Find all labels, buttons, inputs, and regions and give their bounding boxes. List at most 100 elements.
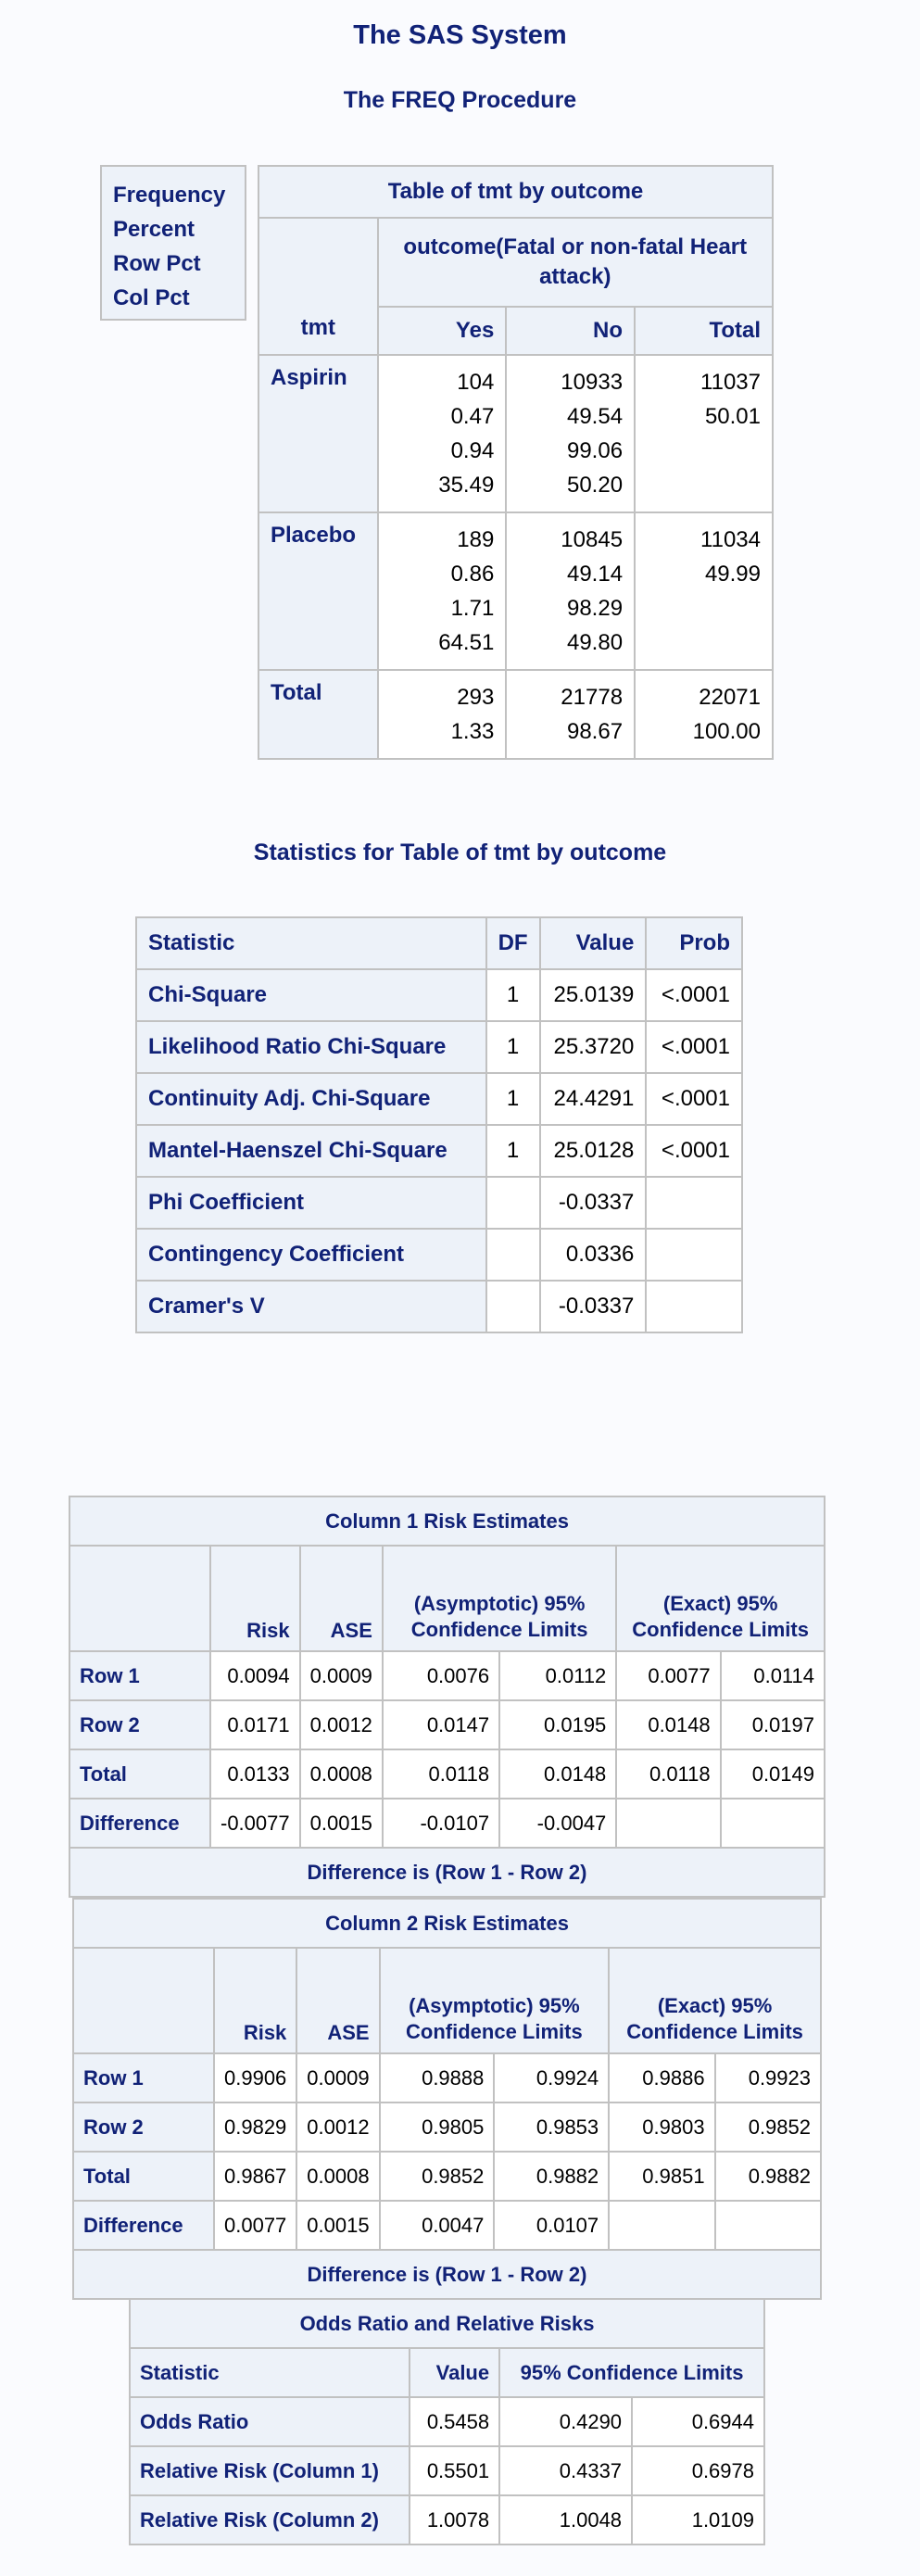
ase-value: 0.0015 bbox=[296, 2200, 381, 2251]
stat-value: -0.0337 bbox=[538, 1176, 648, 1230]
risk-row-label: Total bbox=[72, 2151, 215, 2202]
risk2-header-exact: (Exact) 95% Confidence Limits bbox=[608, 1947, 822, 2054]
asym-upper: 0.9882 bbox=[493, 2151, 611, 2202]
cell-aspirin-no: 10933 49.54 99.06 50.20 bbox=[505, 354, 636, 513]
risk-value: -0.0077 bbox=[209, 1798, 301, 1849]
odds-row-label: Relative Risk (Column 1) bbox=[129, 2445, 410, 2496]
exact-lower: 0.0118 bbox=[615, 1749, 722, 1799]
exact-upper: 0.0114 bbox=[719, 1650, 826, 1701]
stat-prob: <.0001 bbox=[645, 1020, 743, 1074]
risk2-header-blank bbox=[72, 1947, 215, 2054]
cell-placebo-no: 10845 49.14 98.29 49.80 bbox=[505, 511, 636, 671]
cell-placebo-yes: 189 0.86 1.71 64.51 bbox=[376, 511, 508, 671]
table-row: Row 1 0.0094 0.0009 0.0076 0.0112 0.0077… bbox=[69, 1650, 826, 1701]
exact-lower: 0.9886 bbox=[608, 2052, 716, 2103]
stat-value: -0.0337 bbox=[538, 1280, 648, 1333]
stat-prob bbox=[645, 1176, 743, 1230]
table-row: Row 1 0.9906 0.0009 0.9888 0.9924 0.9886… bbox=[72, 2052, 823, 2103]
cell-total-no: 21778 98.67 bbox=[505, 669, 636, 760]
stats-header-value: Value bbox=[538, 916, 648, 970]
odds-header-limits: 95% Confidence Limits bbox=[498, 2347, 765, 2398]
asym-lower: 0.0147 bbox=[381, 1699, 501, 1750]
risk2-header-asymptotic: (Asymptotic) 95% Confidence Limits bbox=[378, 1947, 611, 2054]
stat-value: 25.0139 bbox=[538, 968, 648, 1022]
statistics-table: Statistic DF Value Prob Chi-Square 1 25.… bbox=[135, 916, 743, 1333]
exact-lower: 0.0148 bbox=[615, 1699, 722, 1750]
stat-df: 1 bbox=[485, 1124, 541, 1178]
asym-upper: 0.9924 bbox=[493, 2052, 611, 2103]
risk1-header-asymptotic: (Asymptotic) 95% Confidence Limits bbox=[381, 1545, 618, 1652]
risk-value: 0.9829 bbox=[212, 2102, 298, 2153]
stat-label: Continuity Adj. Chi-Square bbox=[135, 1072, 487, 1126]
exact-lower bbox=[608, 2200, 716, 2251]
odds-value: 0.5501 bbox=[408, 2445, 501, 2496]
odds-header-value: Value bbox=[408, 2347, 501, 2398]
table-row: Chi-Square 1 25.0139 <.0001 bbox=[135, 968, 743, 1022]
stat-label: Likelihood Ratio Chi-Square bbox=[135, 1020, 487, 1074]
stat-label: Chi-Square bbox=[135, 968, 487, 1022]
legend-row-pct: Row Pct bbox=[113, 251, 201, 276]
table-row: Continuity Adj. Chi-Square 1 24.4291 <.0… bbox=[135, 1072, 743, 1126]
cell-total-total: 22071 100.00 bbox=[634, 669, 774, 760]
exact-upper: 0.9852 bbox=[713, 2102, 823, 2153]
exact-lower bbox=[615, 1798, 722, 1849]
stat-value: 25.0128 bbox=[538, 1124, 648, 1178]
stat-value: 24.4291 bbox=[538, 1072, 648, 1126]
risk-value: 0.9867 bbox=[212, 2151, 298, 2202]
stat-prob: <.0001 bbox=[645, 1124, 743, 1178]
asym-lower: 0.0047 bbox=[378, 2200, 496, 2251]
risk1-header-exact: (Exact) 95% Confidence Limits bbox=[615, 1545, 825, 1652]
ase-value: 0.0009 bbox=[298, 1650, 384, 1701]
exact-upper: 0.9923 bbox=[713, 2052, 823, 2103]
risk2-footer: Difference is (Row 1 - Row 2) bbox=[72, 2249, 822, 2300]
ase-value: 0.0008 bbox=[296, 2151, 381, 2202]
risk1-title: Column 1 Risk Estimates bbox=[69, 1496, 825, 1547]
stat-df bbox=[485, 1280, 541, 1333]
statistics-title: Statistics for Table of tmt by outcome bbox=[253, 840, 667, 865]
row-header-aspirin: Aspirin bbox=[258, 354, 379, 513]
exact-upper bbox=[713, 2200, 823, 2251]
table-row: Row 2 0.0171 0.0012 0.0147 0.0195 0.0148… bbox=[69, 1699, 826, 1750]
risk-value: 0.0171 bbox=[209, 1699, 301, 1750]
table-row: Row 2 0.9829 0.0012 0.9805 0.9853 0.9803… bbox=[72, 2102, 823, 2153]
stat-label: Contingency Coefficient bbox=[135, 1228, 487, 1282]
row-header-total: Total bbox=[258, 669, 379, 760]
asym-upper: -0.0047 bbox=[498, 1798, 618, 1849]
asym-lower: 0.0076 bbox=[381, 1650, 501, 1701]
row-var-header: tmt bbox=[258, 217, 379, 356]
risk-value: 0.0133 bbox=[209, 1749, 301, 1799]
legend-frequency: Frequency bbox=[113, 183, 226, 208]
stat-value: 25.3720 bbox=[538, 1020, 648, 1074]
odds-title: Odds Ratio and Relative Risks bbox=[129, 2298, 765, 2349]
risk1-header-risk: Risk bbox=[209, 1545, 301, 1652]
risk1-footer: Difference is (Row 1 - Row 2) bbox=[69, 1847, 825, 1898]
exact-upper: 0.0149 bbox=[719, 1749, 826, 1799]
risk2-title: Column 2 Risk Estimates bbox=[72, 1898, 822, 1949]
exact-lower: 0.9851 bbox=[608, 2151, 716, 2202]
risk-value: 0.0077 bbox=[212, 2200, 298, 2251]
odds-value: 1.0078 bbox=[408, 2494, 501, 2545]
odds-upper: 1.0109 bbox=[631, 2494, 765, 2545]
asym-lower: -0.0107 bbox=[381, 1798, 501, 1849]
risk-row-label: Row 1 bbox=[69, 1650, 211, 1701]
table-row: Phi Coefficient -0.0337 bbox=[135, 1176, 743, 1230]
asym-lower: 0.9888 bbox=[378, 2052, 496, 2103]
asym-upper: 0.0112 bbox=[498, 1650, 618, 1701]
exact-upper: 0.0197 bbox=[719, 1699, 826, 1750]
cell-aspirin-total: 11037 50.01 bbox=[634, 354, 774, 513]
table-row: Difference -0.0077 0.0015 -0.0107 -0.004… bbox=[69, 1798, 826, 1849]
odds-lower: 0.4337 bbox=[498, 2445, 634, 2496]
stat-df: 1 bbox=[485, 968, 541, 1022]
cell-aspirin-yes: 104 0.47 0.94 35.49 bbox=[376, 354, 508, 513]
risk-value: 0.0094 bbox=[209, 1650, 301, 1701]
ase-value: 0.0012 bbox=[298, 1699, 384, 1750]
crosstab-table: Table of tmt by outcome tmt outcome(Fata… bbox=[258, 165, 775, 760]
exact-lower: 0.0077 bbox=[615, 1650, 722, 1701]
risk2-header-risk: Risk bbox=[212, 1947, 298, 2054]
table-row: Contingency Coefficient 0.0336 bbox=[135, 1228, 743, 1282]
col-var-header: outcome(Fatal or non-fatal Heart attack) bbox=[376, 217, 775, 308]
odds-lower: 0.4290 bbox=[498, 2396, 634, 2447]
exact-lower: 0.9803 bbox=[608, 2102, 716, 2153]
stat-prob: <.0001 bbox=[645, 968, 743, 1022]
stat-prob: <.0001 bbox=[645, 1072, 743, 1126]
